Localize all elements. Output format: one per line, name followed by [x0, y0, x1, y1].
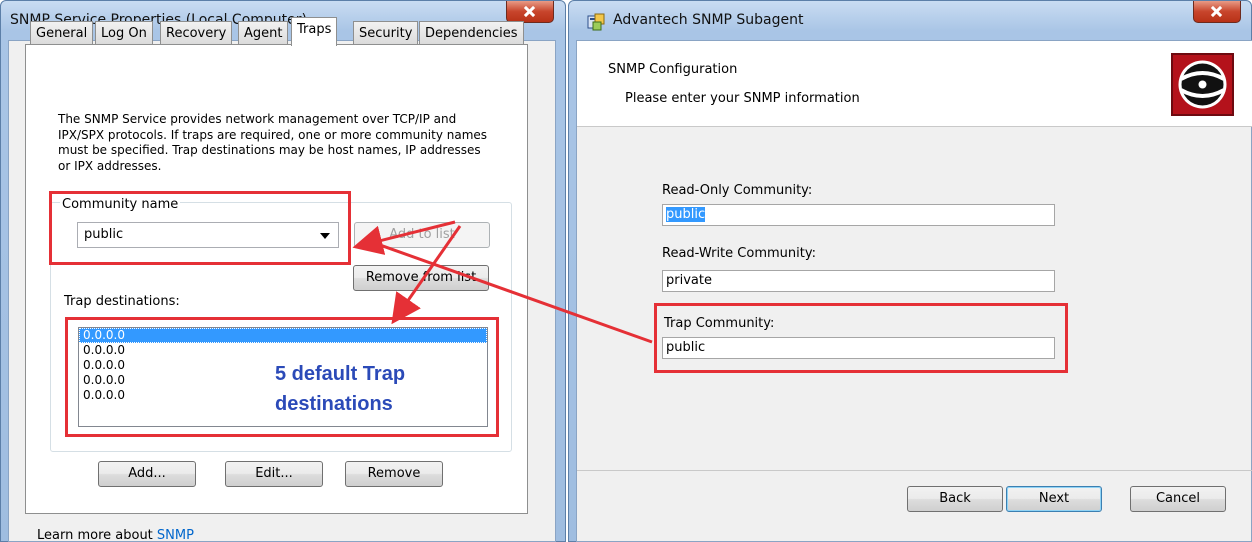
traps-description: The SNMP Service provides network manage… — [58, 112, 488, 173]
tab-traps[interactable]: Traps — [291, 17, 338, 46]
tab-security[interactable]: Security — [353, 21, 419, 45]
left-close-button[interactable] — [506, 1, 554, 23]
trap-destinations-highlight-box — [65, 317, 499, 437]
trap-community-highlight-box — [654, 303, 1068, 373]
header-title: SNMP Configuration — [608, 62, 738, 77]
back-button[interactable]: Back — [907, 486, 1003, 512]
cancel-button[interactable]: Cancel — [1130, 486, 1226, 512]
wizard-header-banner: SNMP Configuration Please enter your SNM… — [577, 41, 1252, 127]
tab-dependencies[interactable]: Dependencies — [419, 21, 524, 45]
tab-log-on[interactable]: Log On — [95, 21, 153, 45]
installer-icon — [587, 13, 605, 31]
next-button[interactable]: Next — [1006, 486, 1102, 512]
trap-destinations-label: Trap destinations: — [64, 294, 180, 309]
remove-from-list-button[interactable]: Remove from list — [353, 265, 489, 291]
right-close-button[interactable] — [1193, 1, 1241, 23]
read-only-community-input[interactable]: public — [662, 204, 1055, 226]
tab-recovery[interactable]: Recovery — [160, 21, 233, 45]
community-highlight-box — [49, 191, 351, 265]
tab-agent[interactable]: Agent — [238, 21, 289, 45]
right-titlebar[interactable]: Advantech SNMP Subagent — [569, 1, 1251, 41]
header-subtitle: Please enter your SNMP information — [625, 91, 860, 106]
snmp-link[interactable]: SNMP — [157, 528, 194, 542]
tab-general[interactable]: General — [30, 21, 94, 45]
add-button[interactable]: Add... — [98, 461, 196, 487]
read-write-community-label: Read-Write Community: — [662, 246, 816, 261]
add-to-list-button[interactable]: Add to list — [354, 222, 490, 248]
read-write-community-value: private — [666, 273, 712, 288]
read-only-community-value: public — [666, 207, 706, 222]
learn-more: Learn more about SNMP — [37, 528, 194, 542]
learn-more-text: Learn more about — [37, 528, 153, 542]
read-write-community-input[interactable]: private — [662, 270, 1055, 292]
remove-button[interactable]: Remove — [345, 461, 443, 487]
disc-logo-icon — [1171, 53, 1234, 116]
right-window-title: Advantech SNMP Subagent — [613, 12, 804, 28]
edit-button[interactable]: Edit... — [225, 461, 323, 487]
wizard-footer-divider — [577, 470, 1252, 471]
read-only-community-label: Read-Only Community: — [662, 183, 813, 198]
